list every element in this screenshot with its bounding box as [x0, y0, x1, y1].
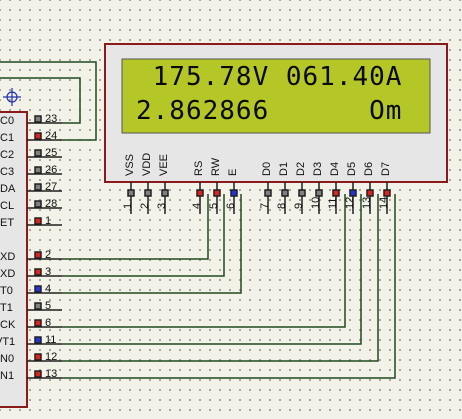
crosshair-icon	[3, 88, 21, 106]
wire-d6[interactable]	[62, 194, 379, 362]
mcu-pin-label: XD	[0, 268, 16, 280]
mcu-pin-state-indicator	[34, 200, 42, 208]
mcu-pin-number: 11	[45, 334, 57, 346]
mcu-pin-state-indicator	[34, 353, 42, 361]
wire-rs[interactable]	[62, 194, 209, 260]
mcu-pin-label: T1	[0, 302, 13, 314]
mcu-pin-number: 23	[45, 113, 58, 125]
lcd-pin-number: 12	[344, 196, 356, 209]
lcd-pin-number: 2	[139, 202, 151, 209]
mcu-pin-number: 4	[45, 283, 52, 295]
mcu-pin-label: C1	[0, 132, 15, 144]
mcu-pin-label: VT1	[0, 336, 16, 348]
mcu-pin-label: C3	[0, 166, 15, 178]
lcd-pin-number: 13	[361, 196, 373, 209]
mcu-pin-state-indicator	[34, 268, 42, 276]
lcd-pin-number: 7	[259, 202, 271, 209]
lcd-pin-state-indicator	[213, 189, 221, 197]
lcd-pin-state-indicator	[127, 189, 135, 197]
mcu-pin-state-indicator	[34, 149, 42, 157]
mcu-pin-state-indicator	[34, 336, 42, 344]
mcu-pin-label: N0	[0, 353, 15, 365]
lcd-pin-number: 14	[378, 196, 390, 209]
mcu-pin-number: 27	[45, 181, 58, 193]
lcd-pin-number: 1	[122, 202, 134, 209]
lcd-pin-state-indicator	[298, 189, 306, 197]
lcd-pin-name: RW	[210, 157, 222, 176]
lcd-pin-number: 9	[293, 202, 305, 209]
lcd-line-1: 175.78V 061.40A	[136, 62, 403, 92]
mcu-pin-state-indicator	[34, 166, 42, 174]
lcd-pin-state-indicator	[144, 189, 152, 197]
mcu-pin-label: CK	[0, 319, 16, 331]
lcd-pin-number: 3	[156, 202, 168, 209]
lcd-pin-name: VDD	[141, 152, 153, 176]
mcu-pin-state-indicator	[34, 319, 42, 327]
lcd-pin-name: D0	[261, 161, 273, 176]
mcu-pin-number: 24	[45, 130, 58, 142]
mcu-pin-label: CL	[0, 200, 15, 212]
mcu-pin-number: 28	[45, 198, 58, 210]
lcd-pin-name: RS	[193, 160, 205, 176]
lcd-pin-state-indicator	[315, 189, 323, 197]
mcu-pin-label: DA	[0, 183, 16, 195]
lcd-pin-number: 8	[276, 202, 288, 209]
lcd-line-2: 2.862866 Om	[136, 96, 403, 126]
lcd-pin-name: VEE	[158, 153, 170, 176]
mcu-pin-state-indicator	[34, 370, 42, 378]
mcu-pin-label: C2	[0, 149, 15, 161]
mcu-pin-state-indicator	[34, 115, 42, 123]
mcu-pin-number: 12	[45, 351, 58, 363]
lcd-pin-name: E	[227, 168, 239, 176]
mcu-pin-number: 3	[45, 266, 52, 278]
mcu-pin-number: 13	[45, 368, 58, 380]
lcd-pin-state-indicator	[383, 189, 391, 197]
lcd-pin-number: 10	[310, 196, 322, 209]
lcd-pin-number: 11	[327, 197, 339, 209]
lcd-pin-state-indicator	[332, 189, 340, 197]
mcu-pin-number: 26	[45, 164, 58, 176]
mcu-pin-number: 6	[45, 317, 52, 329]
mcu-pin-label: ET	[0, 217, 15, 229]
mcu-pin-number: 5	[45, 300, 52, 312]
mcu-pin-label: C0	[0, 115, 15, 127]
lcd-pin-number: 5	[208, 202, 220, 209]
lcd-pin-state-indicator	[366, 189, 374, 197]
lcd-pin-name: D6	[363, 161, 375, 176]
lcd-pin-state-indicator	[264, 189, 272, 197]
lcd-pin-state-indicator	[196, 189, 204, 197]
lcd-pin-name: D4	[329, 161, 341, 176]
lcd-pin-state-indicator	[349, 189, 357, 197]
mcu-pin-state-indicator	[34, 132, 42, 140]
mcu-pin-number: 1	[45, 215, 52, 227]
lcd-pin-number: 6	[225, 202, 237, 209]
lcd-pin-name: D2	[295, 161, 307, 176]
mcu-pin-state-indicator	[34, 217, 42, 225]
lcd-pin-name: D3	[312, 161, 324, 176]
wire-d5[interactable]	[62, 194, 362, 345]
mcu-pin-state-indicator	[34, 251, 42, 259]
mcu-pin-number: 25	[45, 147, 58, 159]
mcu-pin-label: N1	[0, 370, 15, 382]
mcu-pin-number: 2	[45, 249, 52, 261]
lcd-pin-name: D7	[380, 161, 392, 176]
mcu-pin-label: XD	[0, 251, 16, 263]
mcu-pin-state-indicator	[34, 183, 42, 191]
lcd-pin-number: 4	[191, 202, 203, 209]
lcd-pin-state-indicator	[230, 189, 238, 197]
lcd-pin-name: VSS	[124, 153, 136, 176]
mcu-pin-state-indicator	[34, 285, 42, 293]
lcd-pin-state-indicator	[161, 189, 169, 197]
lcd-pin-name: D5	[346, 161, 358, 176]
lcd-pin-state-indicator	[281, 189, 289, 197]
mcu-pin-state-indicator	[34, 302, 42, 310]
lcd-pin-name: D1	[278, 161, 290, 176]
mcu-pin-label: T0	[0, 285, 13, 297]
